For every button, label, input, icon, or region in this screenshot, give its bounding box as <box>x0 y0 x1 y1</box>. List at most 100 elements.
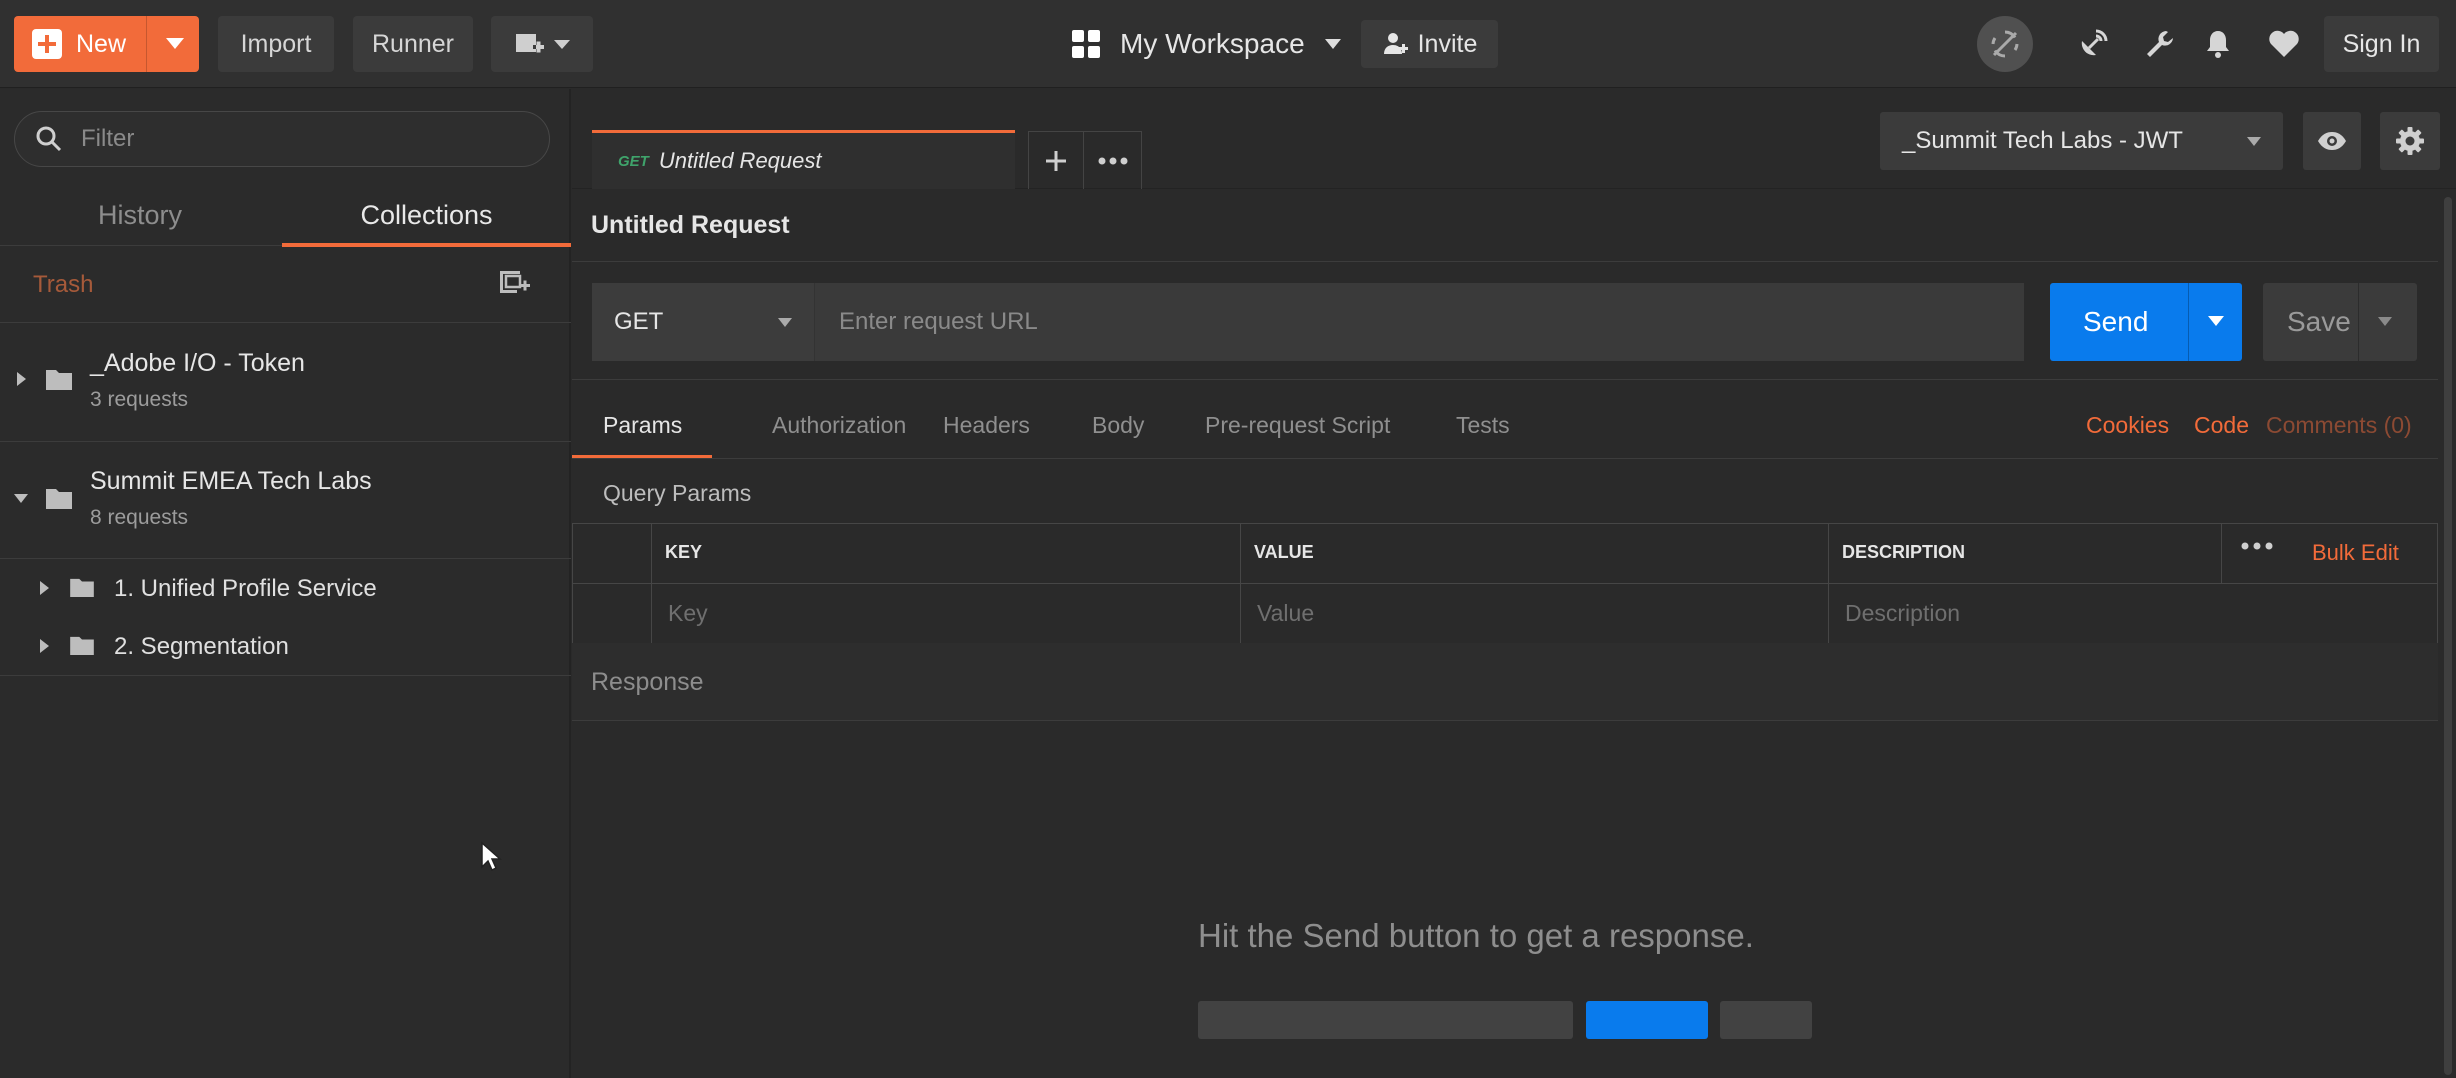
chevron-down-icon[interactable] <box>2208 316 2224 326</box>
chevron-down-icon <box>778 318 792 327</box>
query-params-title: Query Params <box>603 480 752 506</box>
request-tab[interactable]: GET Untitled Request <box>592 130 1015 189</box>
environment-label: _Summit Tech Labs - JWT <box>1902 127 2183 154</box>
sync-status-icon[interactable] <box>1977 16 2033 72</box>
collection-name: _Adobe I/O - Token <box>90 349 305 377</box>
tab-headers[interactable]: Headers <box>943 412 1030 439</box>
comments-link[interactable]: Comments (0) <box>2266 412 2412 439</box>
environment-quick-look-button[interactable] <box>2303 112 2361 170</box>
request-tabs-bar: GET Untitled Request _Summit Tech Labs -… <box>572 89 2456 189</box>
table-row <box>573 584 2437 646</box>
add-user-icon <box>1383 33 1408 54</box>
import-button[interactable]: Import <box>218 16 334 72</box>
method-label: GET <box>614 308 664 335</box>
ellipsis-icon <box>1098 157 1127 164</box>
plus-icon <box>32 29 62 59</box>
method-select[interactable]: GET <box>592 283 814 361</box>
code-link[interactable]: Code <box>2194 412 2249 439</box>
gear-icon <box>2396 127 2424 155</box>
tab-collections[interactable]: Collections <box>282 184 571 247</box>
eye-icon <box>2318 132 2346 150</box>
chevron-down-icon[interactable] <box>166 38 184 49</box>
key-input[interactable] <box>668 600 1208 627</box>
url-field[interactable] <box>814 283 2024 361</box>
ellipsis-icon[interactable] <box>2241 542 2273 550</box>
trash-row: Trash <box>0 247 571 323</box>
tab-pre-request-script[interactable]: Pre-request Script <box>1205 412 1390 439</box>
sync-off-icon <box>1991 30 2019 58</box>
environment-selector[interactable]: _Summit Tech Labs - JWT <box>1880 112 2283 170</box>
request-tab-method: GET <box>618 152 649 170</box>
request-title[interactable]: Untitled Request <box>591 211 790 240</box>
table-header-row: KEY VALUE DESCRIPTION Bulk Edit <box>573 524 2437 584</box>
bulk-edit-link[interactable]: Bulk Edit <box>2312 540 2399 566</box>
response-label: Response <box>591 668 704 696</box>
save-label: Save <box>2287 306 2351 337</box>
send-button[interactable]: Send <box>2050 283 2242 361</box>
folder-icon <box>46 370 72 390</box>
save-button[interactable]: Save <box>2263 283 2417 361</box>
collection-name: Summit EMEA Tech Labs <box>90 467 372 495</box>
new-collection-icon[interactable] <box>498 267 530 302</box>
chevron-down-icon <box>2247 137 2261 146</box>
column-header-value: VALUE <box>1254 542 1314 562</box>
chevron-right-icon[interactable] <box>17 372 26 386</box>
more-tabs-button[interactable] <box>1084 131 1142 189</box>
description-input[interactable] <box>1845 600 2385 627</box>
collection-request-count: 8 requests <box>90 506 189 529</box>
column-header-description: DESCRIPTION <box>1842 542 1966 562</box>
manage-environments-button[interactable] <box>2380 112 2440 170</box>
new-window-button[interactable] <box>491 16 593 72</box>
tab-tests[interactable]: Tests <box>1456 412 1510 439</box>
column-divider <box>1828 524 1829 645</box>
tab-authorization[interactable]: Authorization <box>772 412 906 439</box>
workspace-selector[interactable]: My Workspace <box>1072 18 1341 70</box>
sign-in-button[interactable]: Sign In <box>2324 16 2439 72</box>
tab-history[interactable]: History <box>0 184 280 246</box>
new-button-label: New <box>76 29 127 58</box>
folder-icon <box>46 489 72 509</box>
collection-request-count: 3 requests <box>90 388 189 411</box>
invite-label: Invite <box>1417 29 1478 58</box>
add-tab-button[interactable] <box>1028 131 1084 189</box>
save-divider <box>2358 283 2359 361</box>
value-input[interactable] <box>1257 600 1797 627</box>
runner-button[interactable]: Runner <box>353 16 473 72</box>
workspace-grid-icon <box>1072 30 1100 58</box>
tab-params[interactable]: Params <box>603 412 682 439</box>
collection-summit-emea-tech-labs[interactable]: Summit EMEA Tech Labs 8 requests <box>0 442 571 559</box>
plus-icon <box>1046 150 1066 171</box>
collection-adobe-io-token[interactable]: _Adobe I/O - Token 3 requests <box>0 324 571 442</box>
url-input[interactable] <box>839 308 1999 336</box>
invite-button[interactable]: Invite <box>1361 20 1498 68</box>
heart-icon[interactable] <box>2264 24 2304 64</box>
tab-body[interactable]: Body <box>1092 412 1144 439</box>
query-params-table: KEY VALUE DESCRIPTION Bulk Edit <box>572 523 2438 646</box>
column-divider <box>651 524 652 645</box>
notification-bell-icon[interactable] <box>2198 24 2238 64</box>
folder-icon <box>70 578 94 597</box>
new-button[interactable]: New <box>14 16 199 72</box>
scrollbar[interactable] <box>2444 197 2452 1075</box>
chevron-right-icon[interactable] <box>40 639 49 653</box>
top-bar: New Import Runner My Workspace Invite Si… <box>0 0 2456 88</box>
placeholder-bar <box>1720 1001 1812 1039</box>
chevron-down-icon[interactable] <box>2378 317 2392 326</box>
chevron-down-icon[interactable] <box>14 494 28 503</box>
trash-link[interactable]: Trash <box>33 271 93 299</box>
placeholder-bar <box>1198 1001 1573 1039</box>
chevron-down-icon <box>1324 39 1341 49</box>
filter-field[interactable] <box>14 111 550 167</box>
wrench-icon[interactable] <box>2140 24 2180 64</box>
send-divider <box>2188 283 2189 361</box>
divider <box>572 261 2438 262</box>
chevron-right-icon[interactable] <box>40 581 49 595</box>
cookies-link[interactable]: Cookies <box>2086 412 2169 439</box>
placeholder-button <box>1586 1001 1708 1039</box>
satellite-icon[interactable] <box>2073 24 2113 64</box>
divider <box>572 379 2438 380</box>
response-header[interactable]: Response <box>572 643 2438 721</box>
filter-input[interactable] <box>81 125 521 153</box>
send-label: Send <box>2083 306 2149 337</box>
search-icon <box>36 126 62 152</box>
